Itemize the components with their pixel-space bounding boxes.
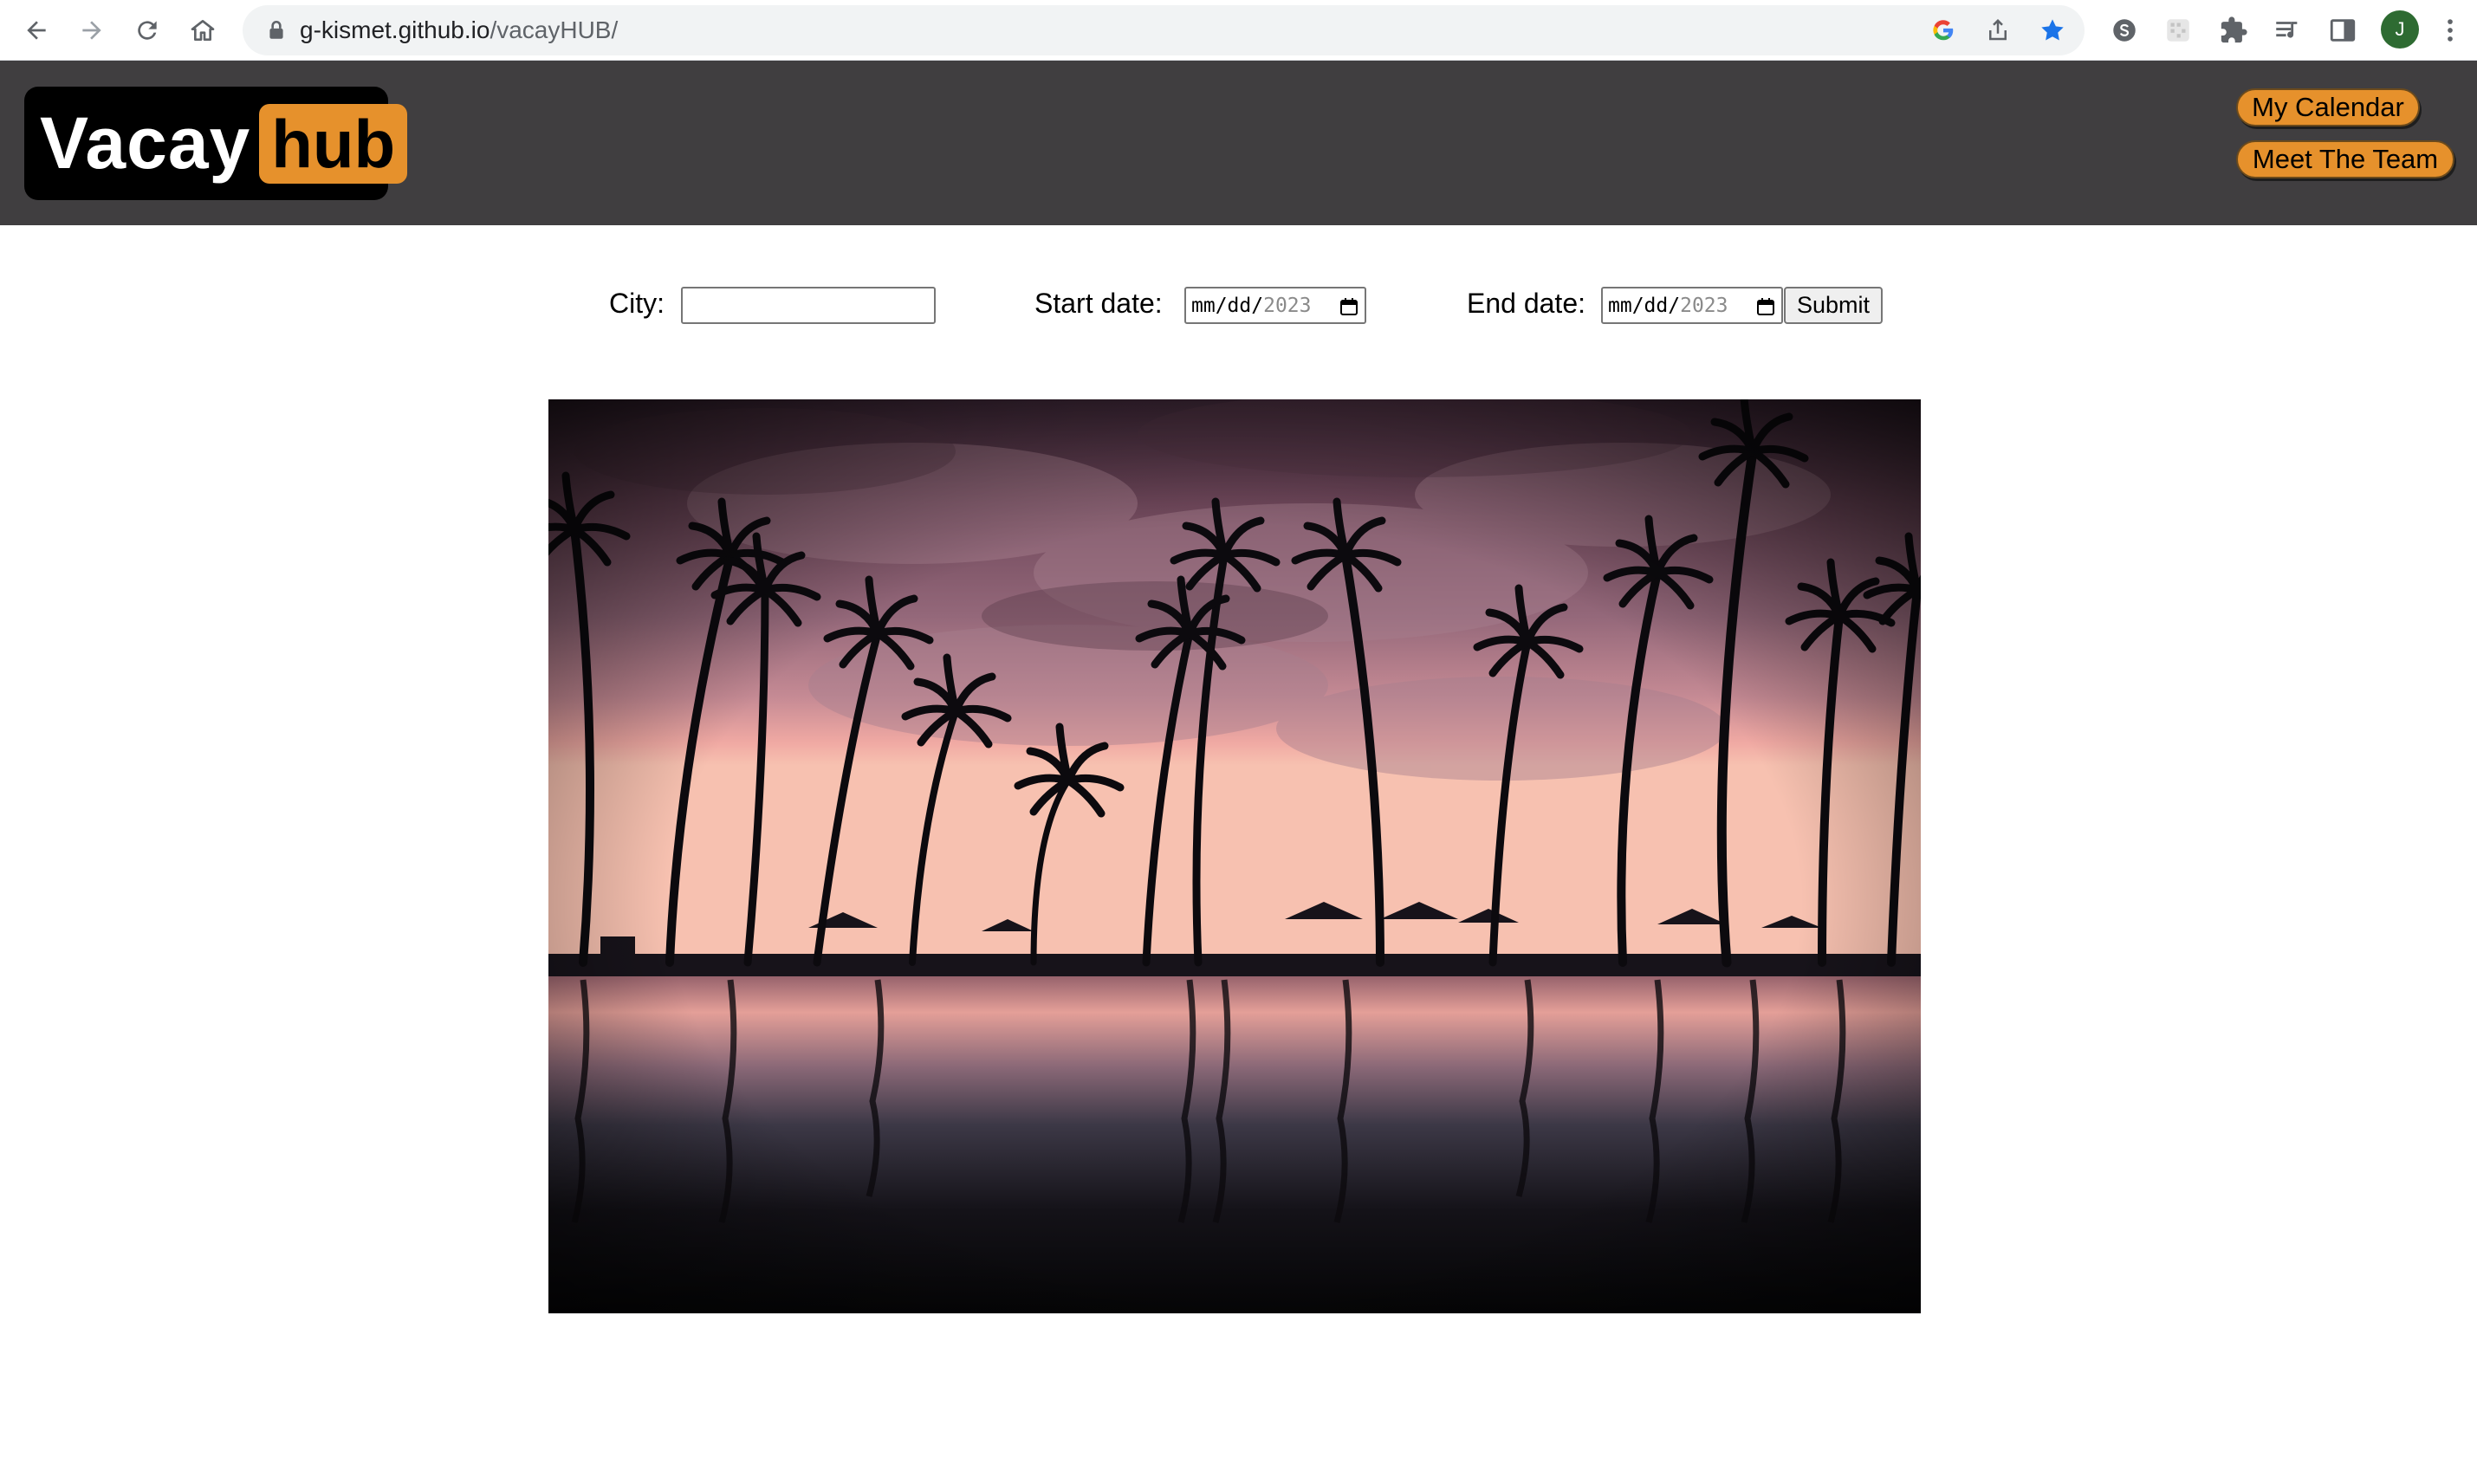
site-header: Vacay hub My Calendar Meet The Team (0, 61, 2477, 225)
calendar-picker-icon[interactable] (1339, 296, 1359, 317)
side-panel-icon[interactable] (2325, 13, 2360, 48)
end-date-input[interactable]: mm/dd/2023 (1601, 287, 1783, 324)
address-bar[interactable]: g-kismet.github.io/vacayHUB/ (243, 5, 2085, 55)
city-input[interactable] (681, 287, 936, 324)
submit-button[interactable]: Submit (1784, 287, 1883, 324)
profile-avatar[interactable]: J (2381, 10, 2419, 49)
hero-image (548, 399, 1921, 1313)
start-date-label: Start date: (1034, 288, 1163, 319)
logo-text-hub: hub (259, 103, 408, 184)
city-label: City: (609, 288, 665, 319)
calendar-picker-icon[interactable] (1755, 296, 1776, 317)
reload-icon[interactable] (128, 11, 166, 49)
logo-text-vacay: Vacay (40, 102, 251, 184)
home-icon[interactable] (184, 11, 222, 49)
forward-icon[interactable] (73, 11, 111, 49)
back-icon[interactable] (17, 11, 55, 49)
browser-toolbar: g-kismet.github.io/vacayHUB/ J (0, 0, 2477, 61)
google-icon[interactable] (1929, 16, 1958, 45)
my-calendar-button[interactable]: My Calendar (2236, 88, 2420, 126)
url-text[interactable]: g-kismet.github.io/vacayHUB/ (300, 16, 618, 44)
media-icon[interactable] (2270, 13, 2305, 48)
start-date-input[interactable]: mm/dd/2023 (1184, 287, 1366, 324)
share-icon[interactable] (1983, 16, 2013, 45)
lock-icon[interactable] (265, 19, 288, 42)
puzzle-icon[interactable] (2216, 13, 2251, 48)
end-date-label: End date: (1467, 288, 1585, 319)
vacayhub-logo[interactable]: Vacay hub (24, 87, 408, 200)
meet-the-team-button[interactable]: Meet The Team (2236, 140, 2454, 178)
extension-icon[interactable] (2161, 13, 2195, 48)
menu-icon[interactable] (2433, 13, 2467, 48)
skype-icon[interactable] (2107, 13, 2142, 48)
bookmark-star-icon[interactable] (2038, 16, 2067, 45)
